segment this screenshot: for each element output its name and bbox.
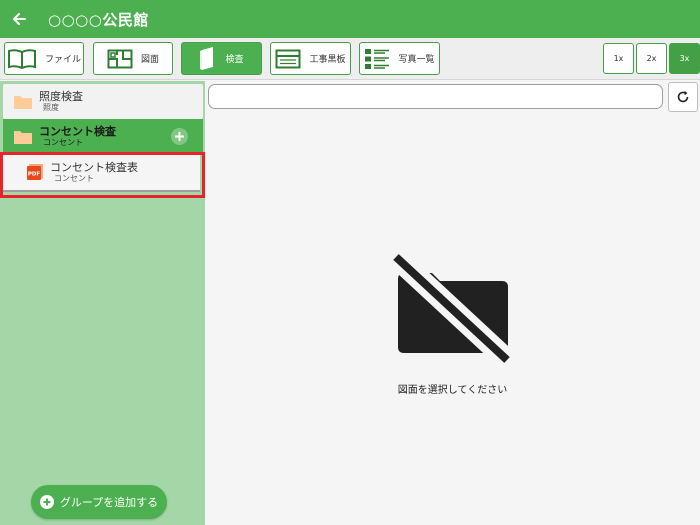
tab-inspection-label: 検査 [225,55,244,65]
group-subtitle: 照度 [43,103,59,112]
tab-photo-list-label: 写真一覧 [398,55,435,65]
notebook-icon [200,46,214,70]
tab-drawing[interactable]: 図面 [93,42,173,75]
arrow-left-icon [13,13,26,25]
group-subtitle: コンセント [43,138,83,147]
tab-blackboard[interactable]: 工事黒板 [270,42,351,75]
tab-drawing-label: 図面 [140,55,159,65]
add-group-label: グループを追加する [59,496,159,509]
sidebar-group-outlet[interactable]: コンセント検査 コンセント [3,119,203,154]
empty-state-message: 図面を選択してください [397,385,508,396]
document-name: コンセント検査表 [50,160,138,174]
tab-photo-list[interactable]: 写真一覧 [359,42,440,75]
search-input[interactable] [208,84,663,109]
back-button[interactable] [0,0,38,38]
svg-text:PDF: PDF [28,172,41,178]
add-document-button[interactable] [171,128,188,145]
zoom-2x-button[interactable]: 2x [636,43,667,74]
plus-circle-icon [39,495,54,509]
page-title: ○○○○公民館 [48,10,149,29]
tab-inspection[interactable]: 検査 [181,42,262,75]
sidebar-group-illuminance[interactable]: 照度検査 照度 [3,84,203,119]
blackboard-icon [275,49,301,68]
main-area: 図面を選択してください [205,81,700,525]
tab-file[interactable]: ファイル [4,42,84,75]
folder-icon [14,95,32,109]
list-icon [365,48,390,69]
folder-icon [14,130,32,144]
refresh-icon [677,91,689,103]
no-drawing-icon [390,251,515,366]
group-name: 照度検査 [39,90,83,103]
book-icon [7,48,36,69]
sidebar: 照度検査 照度 コンセント検査 コンセント PDF コンセント検査表 コンセント [0,81,205,525]
group-name: コンセント検査 [39,125,116,138]
zoom-3x-button[interactable]: 3x [669,43,700,74]
app-header: ○○○○公民館 [0,0,700,38]
zoom-1x-button[interactable]: 1x [603,43,634,74]
plus-icon [175,132,184,141]
document-subtitle: コンセント [54,173,94,183]
floorplan-icon [107,49,133,68]
tab-blackboard-label: 工事黒板 [309,55,346,65]
toolbar: ファイル 図面 検査 工事黒板 写真一覧 1x 2x 3x [0,38,700,80]
add-group-button[interactable]: グループを追加する [31,485,167,519]
refresh-button[interactable] [668,82,698,112]
document-item[interactable]: PDF コンセント検査表 コンセント [3,154,200,192]
pdf-icon: PDF [27,164,43,180]
tab-file-label: ファイル [44,55,81,65]
